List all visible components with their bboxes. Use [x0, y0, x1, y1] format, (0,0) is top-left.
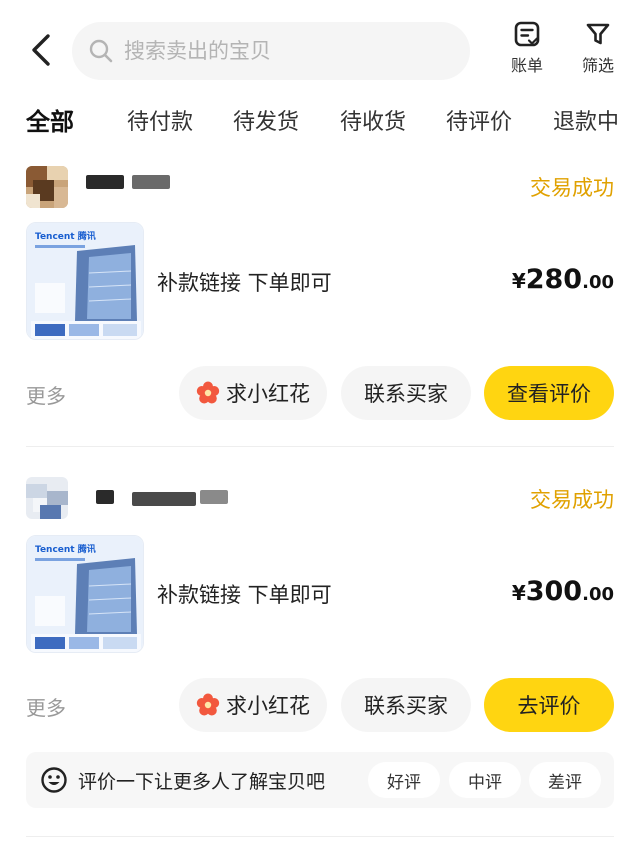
contact-buyer-button[interactable]: 联系买家 [341, 366, 471, 420]
tab-pending-shipment[interactable]: 待发货 [233, 104, 299, 136]
tab-label: 全部 [26, 108, 74, 136]
red-flower-icon [196, 381, 220, 404]
buyer-name-blurred [96, 490, 114, 504]
buyer-name-blurred [132, 175, 170, 189]
price-decimal: .00 [582, 272, 614, 293]
search-icon [89, 39, 113, 63]
bad-review-button[interactable]: 差评 [529, 762, 601, 798]
button-label: 查看评价 [507, 382, 591, 406]
bill-label: 账单 [510, 56, 543, 75]
tab-label: 退款中 [553, 110, 620, 135]
thumb-brand: Tencent 腾讯 [35, 543, 96, 555]
tab-label: 待评价 [446, 110, 513, 135]
tab-pending-review[interactable]: 待评价 [446, 104, 512, 136]
product-image: Tencent 腾讯 [27, 536, 143, 652]
tab-label: 待付款 [127, 110, 194, 135]
buyer-name-blurred [86, 175, 124, 189]
order-status: 交易成功 [530, 176, 614, 200]
product-thumbnail[interactable]: Tencent 腾讯 [26, 222, 144, 340]
price-integer: 280 [525, 264, 583, 295]
bill-button[interactable]: 账单 [501, 20, 553, 76]
medium-review-button[interactable]: 中评 [449, 762, 521, 798]
next-order-peek [26, 828, 614, 849]
avatar-image [26, 477, 68, 519]
buyer-avatar[interactable] [26, 477, 68, 519]
price-integer: 300 [525, 576, 583, 607]
product-title[interactable]: 补款链接 下单即可 [157, 579, 332, 609]
product-thumbnail[interactable]: Tencent 腾讯 [26, 535, 144, 653]
tab-all[interactable]: 全部 [24, 102, 76, 137]
filter-icon [586, 23, 610, 45]
product-price: ¥280.00 [512, 264, 614, 295]
search-box[interactable] [72, 22, 470, 80]
view-review-button[interactable]: 查看评价 [484, 366, 614, 420]
review-prompt-text: 评价一下让更多人了解宝贝吧 [78, 771, 326, 793]
back-button[interactable] [26, 30, 56, 70]
filter-label: 筛选 [581, 56, 614, 75]
tab-pending-receipt[interactable]: 待收货 [340, 104, 406, 136]
write-review-button[interactable]: 去评价 [484, 678, 614, 732]
order-tabs: 全部 待付款 待发货 待收货 待评价 退款中 [0, 100, 640, 144]
order-divider [26, 446, 614, 447]
product-image: Tencent 腾讯 [27, 223, 143, 339]
request-flower-button[interactable]: 求小红花 [179, 366, 327, 420]
buyer-name-blurred [132, 492, 196, 506]
button-label: 求小红花 [226, 382, 310, 406]
buyer-avatar[interactable] [26, 166, 68, 208]
button-label: 求小红花 [226, 694, 310, 718]
good-review-button[interactable]: 好评 [368, 762, 440, 798]
contact-buyer-button[interactable]: 联系买家 [341, 678, 471, 732]
avatar-image [26, 166, 68, 208]
more-button[interactable]: 更多 [26, 692, 66, 721]
product-title[interactable]: 补款链接 下单即可 [157, 267, 332, 297]
button-label: 去评价 [517, 694, 581, 718]
search-input[interactable] [124, 34, 454, 68]
more-button[interactable]: 更多 [26, 380, 66, 409]
button-label: 联系买家 [364, 382, 448, 406]
price-decimal: .00 [582, 584, 614, 605]
tab-label: 待收货 [340, 110, 407, 135]
smile-face-icon [41, 767, 67, 793]
red-flower-icon [196, 693, 220, 716]
tab-label: 待发货 [233, 110, 300, 135]
order-status: 交易成功 [530, 488, 614, 512]
bill-icon [514, 21, 540, 47]
button-label: 联系买家 [364, 694, 448, 718]
price-currency: ¥ [511, 581, 526, 605]
buyer-name-blurred [200, 490, 228, 504]
price-currency: ¥ [511, 269, 526, 293]
tab-refunding[interactable]: 退款中 [553, 104, 619, 136]
top-bar: 账单 筛选 [0, 0, 640, 100]
review-prompt-bar: 评价一下让更多人了解宝贝吧 好评 中评 差评 [26, 752, 614, 808]
tab-pending-payment[interactable]: 待付款 [127, 104, 193, 136]
filter-button[interactable]: 筛选 [572, 20, 624, 76]
thumb-brand: Tencent 腾讯 [35, 230, 96, 242]
order-divider [26, 836, 614, 837]
request-flower-button[interactable]: 求小红花 [179, 678, 327, 732]
product-price: ¥300.00 [512, 576, 614, 607]
back-arrow-icon [32, 34, 50, 66]
